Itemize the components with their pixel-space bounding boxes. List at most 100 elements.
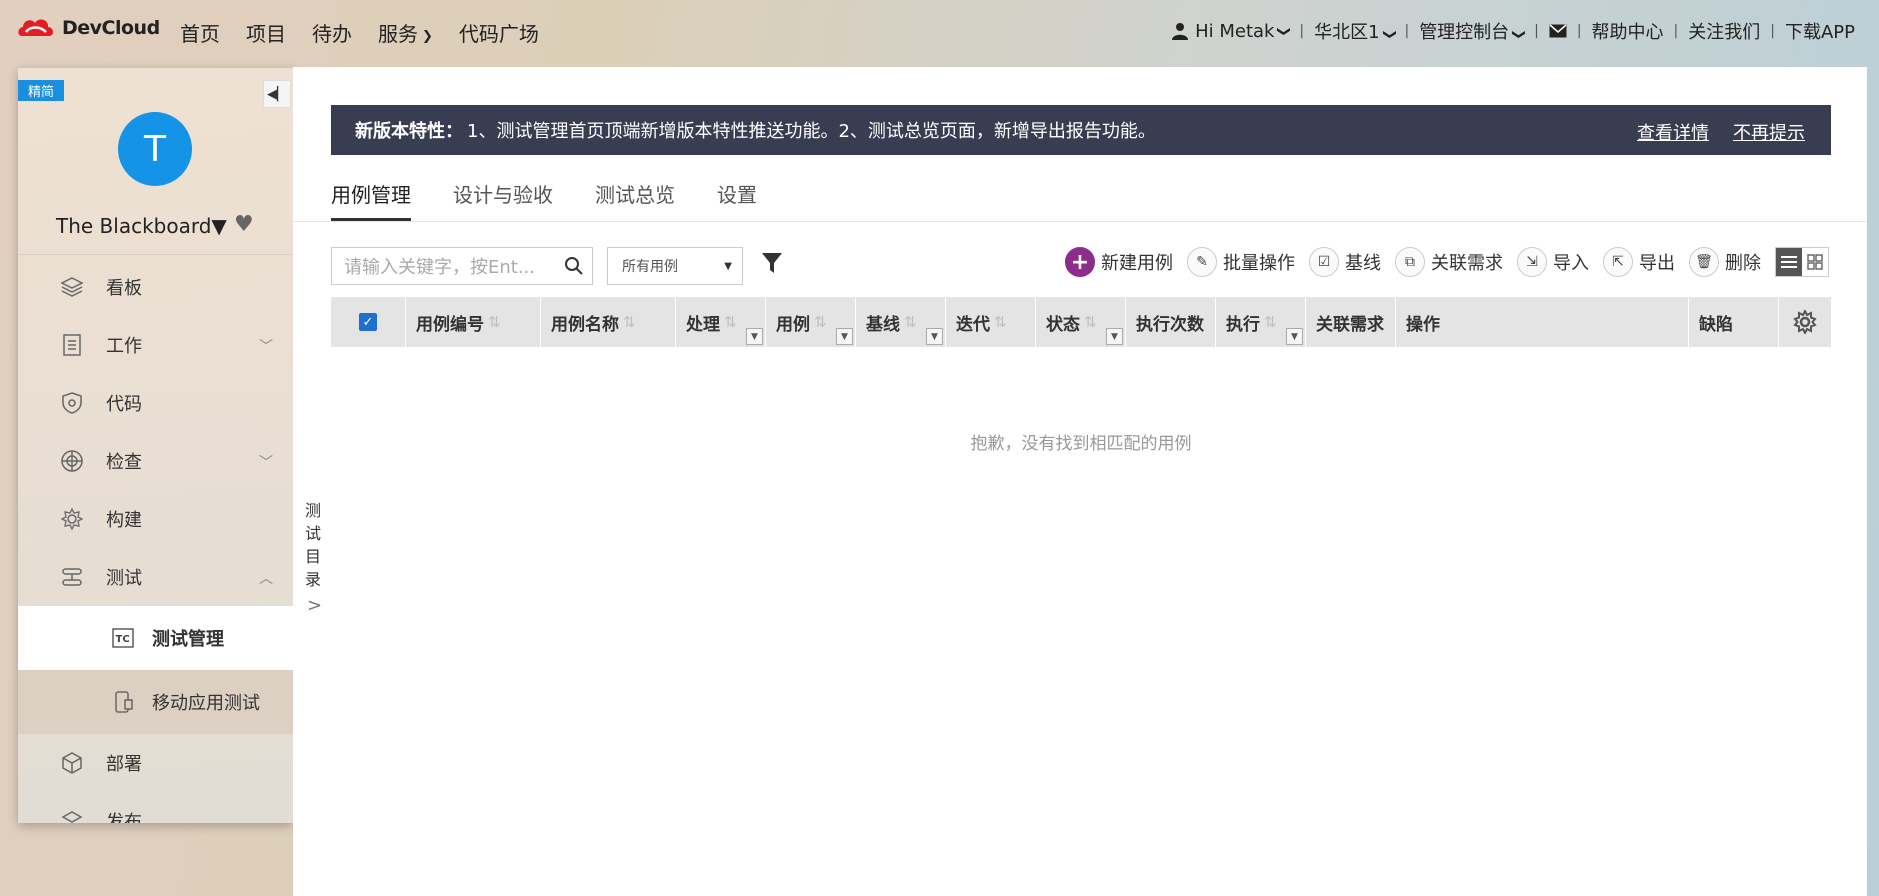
- link-copy-icon: ⧉: [1395, 247, 1425, 277]
- case-toolbar: + 新建用例 ✎ 批量操作 ☑ 基线 ⧉ 关联需求 ⇲ 导入 ⇱ 导出 🗑 删除: [1065, 247, 1829, 277]
- sidebar-item-build[interactable]: 构建: [18, 490, 293, 548]
- brand-name: DevCloud: [62, 17, 160, 39]
- sidebar-menu: 看板 工作 ﹀ 代码 检查 ﹀ 构建 测试 ︿ TC 测试管理 移动应用测试 部…: [18, 258, 293, 823]
- funnel-filter-icon[interactable]: [761, 251, 783, 275]
- chevron-right-icon[interactable]: >: [307, 595, 322, 616]
- select-all-checkbox[interactable]: ✓: [331, 297, 406, 347]
- column-settings-button[interactable]: [1779, 297, 1831, 347]
- sort-icon[interactable]: ⇅: [994, 313, 1007, 331]
- help-center-link[interactable]: 帮助中心: [1592, 18, 1664, 44]
- col-linked-req[interactable]: 关联需求: [1306, 297, 1396, 347]
- devcloud-logo[interactable]: DevCloud: [16, 14, 160, 42]
- project-avatar: T: [118, 112, 192, 186]
- sort-icon[interactable]: ⇅: [724, 313, 737, 331]
- nav-services[interactable]: 服务 ❯: [378, 18, 433, 47]
- sidebar-item-check[interactable]: 检查 ﹀: [18, 432, 293, 490]
- separator: |: [1534, 23, 1539, 39]
- region-select[interactable]: 华北区1 ❯: [1314, 18, 1396, 44]
- import-button[interactable]: ⇲ 导入: [1517, 247, 1589, 277]
- separator: |: [1673, 23, 1679, 39]
- search-icon[interactable]: [564, 256, 584, 276]
- user-nav: Hi Metak ❯ | 华北区1 ❯ | 管理控制台 ❯ | | 帮助中心 | 关注…: [1171, 18, 1855, 44]
- simple-mode-badge[interactable]: 精简: [18, 80, 65, 101]
- nav-code-square[interactable]: 代码广场: [459, 18, 539, 47]
- col-execution[interactable]: 执行 ⇅ ▼: [1216, 297, 1306, 347]
- console-label: 管理控制台: [1419, 22, 1510, 43]
- nav-projects[interactable]: 项目: [246, 18, 286, 47]
- column-filter-icon[interactable]: ▼: [1286, 328, 1303, 345]
- baseline-label: 基线: [1345, 253, 1381, 274]
- checkbox-checked-icon: ✓: [359, 313, 377, 331]
- column-filter-icon[interactable]: ▼: [1106, 328, 1123, 345]
- layers-icon: [58, 273, 86, 301]
- grid-view-icon[interactable]: [1802, 248, 1828, 276]
- sort-icon[interactable]: ⇅: [623, 313, 636, 331]
- user-menu[interactable]: Hi Metak ❯: [1171, 21, 1291, 42]
- col-label: 迭代: [956, 314, 990, 335]
- tab-case-management[interactable]: 用例管理: [331, 179, 411, 221]
- favorite-heart-icon[interactable]: ♥: [234, 212, 254, 237]
- nav-home[interactable]: 首页: [180, 18, 220, 47]
- dismiss-notice-link[interactable]: 不再提示: [1733, 119, 1805, 145]
- column-filter-icon[interactable]: ▼: [746, 328, 763, 345]
- delete-label: 删除: [1725, 253, 1761, 274]
- case-filter-select[interactable]: 所有用例 ▼: [607, 247, 743, 285]
- sidebar-item-deploy[interactable]: 部署: [18, 734, 293, 792]
- sidebar-subitem-mobile-test[interactable]: 移动应用测试: [18, 670, 293, 734]
- col-label: 操作: [1406, 314, 1440, 335]
- divider: [293, 221, 1867, 222]
- batch-operation-button[interactable]: ✎ 批量操作: [1187, 247, 1295, 277]
- view-mode-toggle[interactable]: [1775, 247, 1829, 277]
- export-label: 导出: [1639, 253, 1675, 274]
- nav-services-label: 服务: [378, 22, 418, 46]
- col-iteration[interactable]: 迭代 ⇅: [946, 297, 1036, 347]
- col-handler[interactable]: 处理 ⇅ ▼: [676, 297, 766, 347]
- col-case-type[interactable]: 用例 ⇅ ▼: [766, 297, 856, 347]
- sidebar-item-release[interactable]: 发布: [18, 792, 293, 823]
- follow-us-link[interactable]: 关注我们: [1688, 18, 1760, 44]
- col-defect[interactable]: 缺陷: [1689, 297, 1779, 347]
- project-switcher[interactable]: The Blackboard▼: [56, 214, 227, 238]
- sidebar-item-label: 代码: [106, 394, 142, 415]
- new-case-button[interactable]: + 新建用例: [1065, 247, 1173, 277]
- delete-button[interactable]: 🗑 删除: [1689, 247, 1761, 277]
- column-filter-icon[interactable]: ▼: [836, 328, 853, 345]
- sort-icon[interactable]: ⇅: [1264, 313, 1277, 331]
- tab-test-overview[interactable]: 测试总览: [595, 179, 675, 221]
- tab-settings[interactable]: 设置: [717, 179, 757, 221]
- sort-icon[interactable]: ⇅: [814, 313, 827, 331]
- sidebar-item-code[interactable]: 代码: [18, 374, 293, 432]
- sort-icon[interactable]: ⇅: [488, 313, 501, 331]
- sort-icon[interactable]: ⇅: [1084, 313, 1097, 331]
- nav-todo[interactable]: 待办: [312, 18, 352, 47]
- sort-icon[interactable]: ⇅: [904, 313, 917, 331]
- baseline-button[interactable]: ☑ 基线: [1309, 247, 1381, 277]
- download-app-link[interactable]: 下载APP: [1785, 18, 1855, 44]
- collapse-sidebar-button[interactable]: ◀▏: [263, 80, 291, 108]
- console-menu[interactable]: 管理控制台 ❯: [1419, 18, 1526, 44]
- sidebar-item-board[interactable]: 看板: [18, 258, 293, 316]
- col-case-id[interactable]: 用例编号 ⇅: [406, 297, 541, 347]
- test-directory-toggle[interactable]: 测 试 目 录: [303, 499, 323, 591]
- sidebar-item-test[interactable]: 测试 ︿: [18, 548, 293, 606]
- tab-design-acceptance[interactable]: 设计与验收: [453, 179, 553, 221]
- sidebar-item-work[interactable]: 工作 ﹀: [18, 316, 293, 374]
- col-baseline[interactable]: 基线 ⇅ ▼: [856, 297, 946, 347]
- test-flow-icon: [58, 563, 86, 591]
- list-view-icon[interactable]: [1776, 248, 1802, 276]
- col-case-name[interactable]: 用例名称 ⇅: [541, 297, 676, 347]
- export-button[interactable]: ⇱ 导出: [1603, 247, 1675, 277]
- col-exec-count[interactable]: 执行次数: [1126, 297, 1216, 347]
- document-list-icon: [58, 331, 86, 359]
- sidebar-subitem-test-management[interactable]: TC 测试管理: [18, 606, 293, 670]
- import-label: 导入: [1553, 253, 1589, 274]
- search-input[interactable]: 请输入关键字，按Ent...: [331, 247, 593, 285]
- sidebar-item-label: 工作: [106, 336, 142, 357]
- col-status[interactable]: 状态 ⇅ ▼: [1036, 297, 1126, 347]
- link-requirement-button[interactable]: ⧉ 关联需求: [1395, 247, 1503, 277]
- column-filter-icon[interactable]: ▼: [926, 328, 943, 345]
- view-details-link[interactable]: 查看详情: [1637, 119, 1709, 145]
- release-notice-banner: 新版本特性： 1、测试管理首页顶端新增版本特性推送功能。2、测试总览页面，新增导…: [331, 105, 1831, 155]
- cube-icon: [58, 749, 86, 777]
- mail-icon[interactable]: [1549, 24, 1567, 38]
